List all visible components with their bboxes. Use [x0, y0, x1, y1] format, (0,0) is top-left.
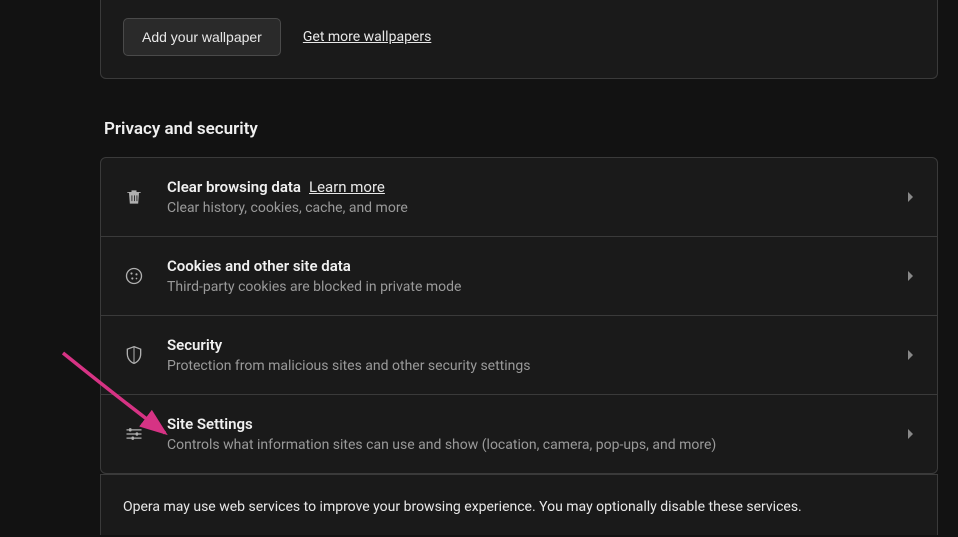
- cookie-icon: [123, 265, 145, 287]
- learn-more-link[interactable]: Learn more: [309, 178, 385, 196]
- add-wallpaper-button[interactable]: Add your wallpaper: [123, 18, 281, 56]
- get-more-wallpapers-link[interactable]: Get more wallpapers: [303, 29, 431, 45]
- chevron-right-icon: [907, 349, 915, 361]
- cookies-title: Cookies and other site data: [167, 257, 907, 275]
- chevron-right-icon: [907, 428, 915, 440]
- clear-browsing-data-title: Clear browsing dataLearn more: [167, 178, 907, 196]
- trash-icon: [123, 186, 145, 208]
- privacy-settings-list: Clear browsing dataLearn more Clear hist…: [100, 157, 938, 474]
- chevron-right-icon: [907, 270, 915, 282]
- cookies-desc: Third-party cookies are blocked in priva…: [167, 279, 907, 295]
- cookies-row[interactable]: Cookies and other site data Third-party …: [101, 237, 937, 316]
- site-settings-desc: Controls what information sites can use …: [167, 437, 907, 453]
- shield-icon: [123, 344, 145, 366]
- clear-browsing-data-desc: Clear history, cookies, cache, and more: [167, 200, 907, 216]
- privacy-security-heading: Privacy and security: [104, 119, 958, 139]
- security-title: Security: [167, 336, 907, 354]
- wallpaper-card: Add your wallpaper Get more wallpapers: [100, 0, 938, 79]
- sliders-icon: [123, 423, 145, 445]
- security-row[interactable]: Security Protection from malicious sites…: [101, 316, 937, 395]
- chevron-right-icon: [907, 191, 915, 203]
- web-services-note: Opera may use web services to improve yo…: [100, 474, 938, 535]
- site-settings-title: Site Settings: [167, 415, 907, 433]
- clear-browsing-data-row[interactable]: Clear browsing dataLearn more Clear hist…: [101, 158, 937, 237]
- security-desc: Protection from malicious sites and othe…: [167, 358, 907, 374]
- site-settings-row[interactable]: Site Settings Controls what information …: [101, 395, 937, 473]
